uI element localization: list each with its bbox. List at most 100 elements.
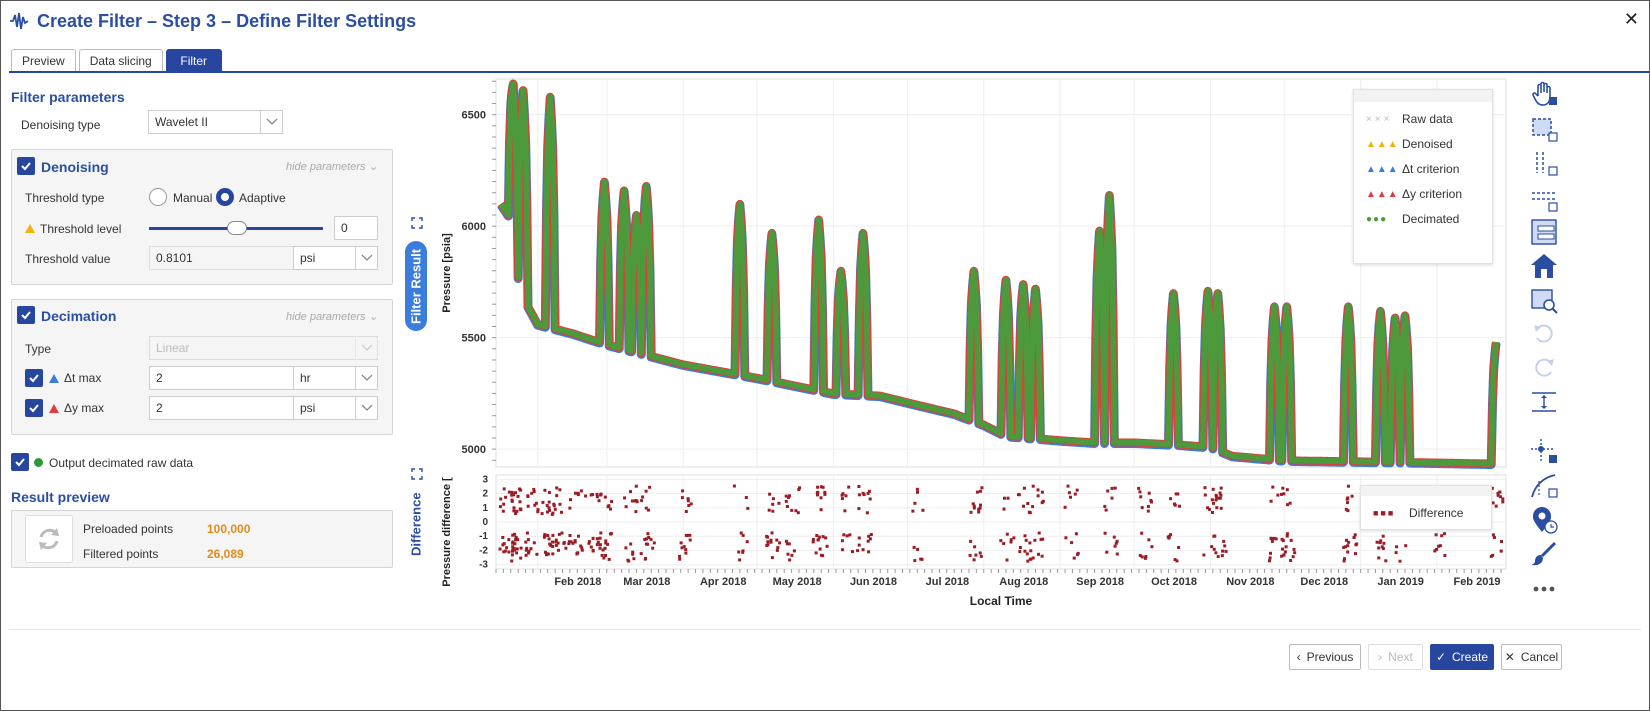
difference-point — [550, 512, 554, 516]
multi-select-icon[interactable] — [1529, 217, 1559, 247]
difference-point — [1113, 544, 1117, 548]
create-button[interactable]: ✓ Create — [1430, 644, 1494, 670]
difference-point — [688, 538, 692, 542]
manual-radio[interactable] — [149, 188, 167, 206]
cancel-button[interactable]: ✕ Cancel — [1501, 644, 1562, 670]
difference-point — [771, 509, 775, 513]
difference-point — [857, 536, 861, 540]
difference-point — [767, 508, 771, 512]
y-range-select-icon[interactable] — [1529, 185, 1559, 215]
difference-point — [913, 559, 917, 563]
pan-hand-icon[interactable] — [1529, 79, 1559, 109]
refresh-button[interactable] — [25, 515, 73, 563]
zoom-fit-icon[interactable] — [1529, 285, 1559, 315]
dt-max-input[interactable]: 2 — [149, 366, 294, 390]
denoising-checkbox[interactable] — [17, 157, 35, 175]
difference-point — [1346, 509, 1350, 513]
difference-point — [634, 510, 638, 514]
box-select-icon[interactable] — [1529, 115, 1559, 145]
adaptive-radio[interactable] — [216, 188, 234, 206]
chevron-down-icon: ⌄ — [368, 161, 378, 173]
legend-dy-criterion[interactable]: ▲▲▲ Δy criterion — [1366, 187, 1462, 201]
dy-max-checkbox[interactable] — [25, 399, 43, 417]
difference-point — [1005, 558, 1009, 562]
difference-point — [1394, 551, 1398, 555]
filter-result-tab[interactable]: Filter Result — [405, 241, 427, 331]
difference-point — [1023, 534, 1027, 538]
dy-unit-value: psi — [300, 401, 316, 415]
x-range-select-icon[interactable] — [1529, 149, 1559, 179]
output-decimated-checkbox[interactable] — [11, 453, 29, 471]
threshold-level-slider-handle[interactable] — [227, 221, 247, 235]
close-icon[interactable]: ✕ — [1624, 9, 1639, 30]
difference-point — [819, 496, 823, 500]
difference-point — [680, 496, 684, 500]
difference-point — [765, 544, 769, 547]
difference-point — [974, 553, 978, 557]
legend-difference[interactable]: ■■■ Difference — [1373, 506, 1463, 520]
difference-point — [1031, 484, 1035, 488]
difference-point — [1501, 497, 1505, 501]
tab-filter[interactable]: Filter — [165, 49, 222, 71]
threshold-level-input[interactable]: 0 — [334, 216, 378, 240]
difference-point — [511, 548, 515, 552]
dt-criterion-triangle-icon — [49, 374, 59, 383]
y-tick-label: 6000 — [462, 221, 486, 233]
difference-point — [634, 484, 638, 488]
legend-decimated[interactable]: ●●● Decimated — [1366, 212, 1459, 226]
legend-raw-data[interactable]: ××× Raw data — [1366, 112, 1453, 126]
tab-data-slicing[interactable]: Data slicing — [78, 49, 163, 71]
difference-point — [1499, 549, 1503, 553]
difference-point — [1147, 491, 1151, 495]
legend-dt-criterion[interactable]: ▲▲▲ Δt criterion — [1366, 162, 1459, 176]
difference-point — [1284, 545, 1288, 549]
crosshair-icon[interactable] — [1529, 437, 1559, 467]
tab-preview[interactable]: Preview — [11, 49, 76, 71]
chevron-down-icon[interactable] — [355, 396, 377, 420]
denoising-hide-parameters[interactable]: hide parameters ⌄ — [286, 160, 378, 173]
decimation-checkbox[interactable] — [17, 306, 35, 324]
tab-bar: Preview Data slicing Filter — [11, 49, 222, 71]
difference-point — [1347, 540, 1351, 544]
difference-point — [649, 537, 653, 541]
decimation-hide-parameters[interactable]: hide parameters ⌄ — [286, 310, 378, 323]
brush-icon[interactable] — [1529, 539, 1559, 569]
difference-point — [857, 543, 861, 547]
difference-point — [1104, 508, 1108, 512]
home-icon[interactable] — [1529, 251, 1559, 281]
expand-icon[interactable] — [411, 217, 423, 229]
previous-button[interactable]: ‹ Previous — [1289, 644, 1361, 670]
difference-point — [541, 500, 545, 504]
more-icon[interactable] — [1529, 573, 1559, 603]
difference-point — [1435, 547, 1439, 551]
legend-denoised[interactable]: ▲▲▲ Denoised — [1366, 137, 1453, 151]
difference-point — [1073, 492, 1077, 496]
difference-point — [818, 547, 822, 551]
threshold-unit-value: psi — [300, 251, 316, 265]
difference-point — [1212, 547, 1216, 551]
chevron-down-icon[interactable] — [355, 246, 377, 270]
difference-tab[interactable]: Difference — [405, 479, 427, 569]
difference-point — [857, 507, 861, 511]
chevron-down-icon[interactable] — [355, 366, 377, 390]
difference-point — [507, 490, 511, 494]
difference-point — [499, 497, 503, 501]
chevron-down-icon[interactable] — [260, 110, 282, 134]
x-tick-label: Apr 2018 — [700, 576, 746, 588]
align-axis-icon[interactable] — [1529, 387, 1559, 417]
difference-point — [732, 484, 736, 488]
difference-point — [587, 540, 591, 544]
difference-point — [814, 551, 818, 555]
threshold-type-label: Threshold type — [25, 191, 105, 205]
curve-cursor-icon[interactable] — [1529, 471, 1559, 501]
difference-point — [847, 485, 851, 489]
legend-header — [1361, 486, 1491, 496]
difference-point — [920, 557, 924, 561]
dt-max-checkbox[interactable] — [25, 369, 43, 387]
difference-point — [1494, 504, 1498, 508]
difference-y-axis-label: Pressure difference [ — [441, 477, 453, 587]
difference-point — [1398, 559, 1402, 563]
preloaded-points-label: Preloaded points — [83, 522, 174, 536]
marker-clock-icon[interactable] — [1529, 505, 1559, 535]
dy-max-input[interactable]: 2 — [149, 396, 294, 420]
